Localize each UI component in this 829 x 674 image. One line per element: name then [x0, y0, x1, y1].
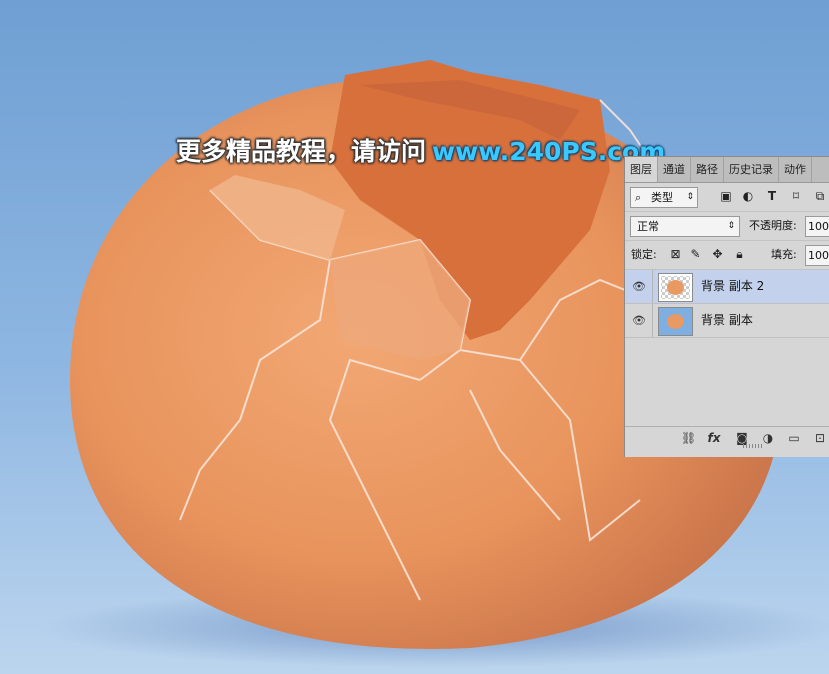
layers-panel: 图层 通道 路径 历史记录 动作 ⌕ 类型 ⇕ ▣ ◐ T ⌑ ⧉ 正常 ⇕ 不…	[624, 156, 829, 457]
smart-object-filter-icon[interactable]: ⧉	[813, 189, 827, 203]
panel-bottom-bar: ⛓ fx ◙ ◑ ▭ ⊡	[625, 426, 829, 449]
link-icon[interactable]: ⛓	[681, 431, 696, 445]
lock-all-icon[interactable]: 🔒︎	[733, 248, 746, 261]
resize-grip[interactable]	[743, 444, 763, 448]
shape-filter-icon[interactable]: ⌑	[789, 189, 803, 203]
blend-row: 正常 ⇕ 不透明度: 100%	[625, 212, 829, 241]
new-layer-icon[interactable]: ⊡	[813, 431, 827, 445]
lock-brush-icon[interactable]: ✎	[689, 248, 702, 261]
fx-icon[interactable]: fx	[707, 431, 721, 445]
egg-thumbnail-shape	[667, 314, 684, 329]
blend-mode-value: 正常	[637, 220, 659, 233]
adjustment-icon[interactable]: ◑	[761, 431, 775, 445]
visibility-divider	[652, 270, 653, 303]
lock-transparent-icon[interactable]: ⊠	[669, 248, 682, 261]
filter-row: ⌕ 类型 ⇕ ▣ ◐ T ⌑ ⧉	[625, 183, 829, 212]
mask-icon[interactable]: ◙	[735, 431, 749, 445]
layer-row[interactable]: 👁︎ 背景 副本	[625, 304, 829, 338]
layer-thumbnail	[658, 273, 693, 302]
lock-move-icon[interactable]: ✥	[711, 248, 724, 261]
tab-channels[interactable]: 通道	[658, 157, 691, 182]
layer-thumbnail	[658, 307, 693, 336]
filter-type-select[interactable]: ⌕ 类型 ⇕	[630, 187, 698, 208]
folder-icon[interactable]: ▭	[787, 431, 801, 445]
opacity-label: 不透明度:	[749, 219, 797, 232]
layer-name: 背景 副本	[701, 313, 753, 327]
tab-history[interactable]: 历史记录	[724, 157, 779, 182]
fill-label: 填充:	[771, 248, 797, 261]
tab-layers[interactable]: 图层	[625, 157, 658, 182]
watermark-text: 更多精品教程，请访问	[176, 137, 427, 166]
type-filter-icon[interactable]: T	[765, 189, 779, 203]
watermark: 更多精品教程，请访问 www.240PS.com	[176, 132, 665, 168]
eye-icon[interactable]: 👁︎	[632, 314, 646, 327]
visibility-divider	[652, 304, 653, 337]
fill-input[interactable]: 100%	[805, 245, 829, 266]
layer-row[interactable]: 👁︎ 背景 副本 2	[625, 270, 829, 304]
tab-paths[interactable]: 路径	[691, 157, 724, 182]
filter-type-label: 类型	[651, 191, 673, 204]
blend-mode-select[interactable]: 正常 ⇕	[630, 216, 740, 237]
chevron-updown-icon: ⇕	[686, 192, 694, 202]
search-icon: ⌕	[635, 191, 642, 204]
lock-row: 锁定: ⊠ ✎ ✥ 🔒︎ 填充: 100%	[625, 241, 829, 270]
adjustment-filter-icon[interactable]: ◐	[741, 189, 755, 203]
layer-name: 背景 副本 2	[701, 279, 765, 293]
lock-label: 锁定:	[631, 248, 657, 261]
image-filter-icon[interactable]: ▣	[719, 189, 733, 203]
panel-tabs: 图层 通道 路径 历史记录 动作	[625, 157, 829, 183]
tab-actions[interactable]: 动作	[779, 157, 812, 182]
eye-icon[interactable]: 👁︎	[632, 280, 646, 293]
chevron-updown-icon: ⇕	[727, 221, 735, 231]
opacity-input[interactable]: 100%	[805, 216, 829, 237]
egg-thumbnail-shape	[667, 280, 684, 295]
